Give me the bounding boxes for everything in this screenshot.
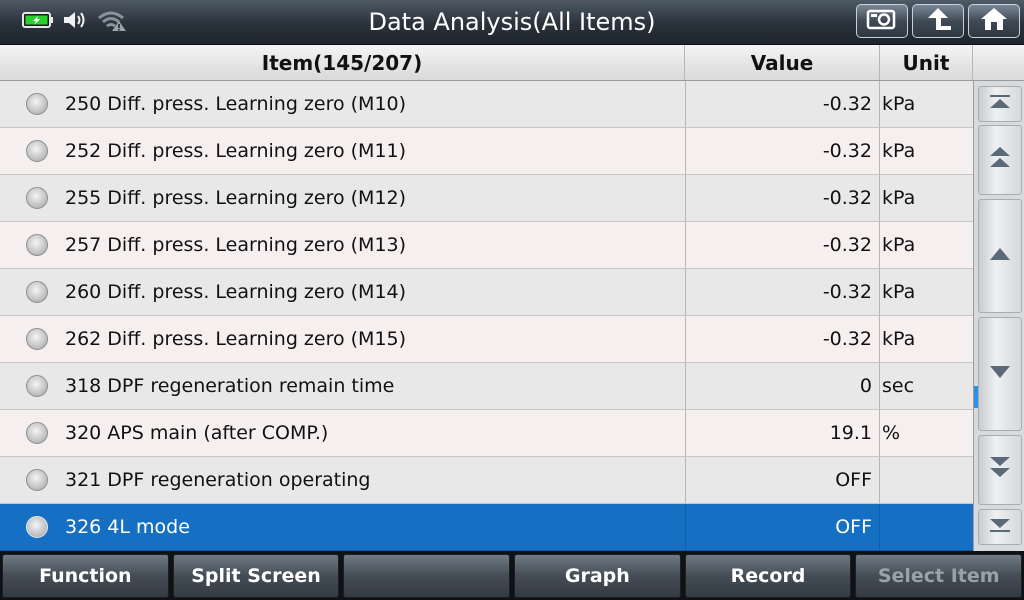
item-value: -0.32 — [685, 81, 880, 127]
table-header: Item(145/207) Value Unit — [0, 45, 1024, 81]
back-icon — [923, 6, 953, 36]
scroll-to-bottom-icon — [988, 517, 1012, 537]
column-header-value[interactable]: Value — [685, 45, 880, 80]
empty-button[interactable] — [343, 554, 511, 598]
table-row-selected[interactable]: 326 4L mode OFF — [0, 504, 973, 551]
radio-button[interactable] — [26, 140, 48, 162]
item-value: -0.32 — [685, 175, 880, 221]
item-name: 321 DPF regeneration operating — [65, 469, 371, 491]
item-unit: kPa — [882, 234, 916, 256]
title-bar: Data Analysis(All Items) — [0, 0, 1024, 45]
radio-button[interactable] — [26, 469, 48, 491]
item-name: 252 Diff. press. Learning zero (M11) — [65, 140, 407, 162]
item-value: OFF — [685, 504, 880, 550]
item-value: 19.1 — [685, 410, 880, 456]
column-header-item[interactable]: Item(145/207) — [0, 45, 685, 80]
select-item-button: Select Item — [855, 554, 1023, 598]
item-unit: kPa — [882, 187, 916, 209]
item-name: 255 Diff. press. Learning zero (M12) — [65, 187, 407, 209]
radio-button[interactable] — [26, 93, 48, 115]
record-button[interactable]: Record — [684, 554, 852, 598]
item-name: 257 Diff. press. Learning zero (M13) — [65, 234, 407, 256]
table-row[interactable]: 320 APS main (after COMP.) 19.1 % — [0, 410, 973, 457]
table-row[interactable]: 250 Diff. press. Learning zero (M10) -0.… — [0, 81, 973, 128]
scroll-to-bottom-button[interactable] — [978, 509, 1022, 545]
item-name: 250 Diff. press. Learning zero (M10) — [65, 93, 407, 115]
table-row[interactable]: 321 DPF regeneration operating OFF — [0, 457, 973, 504]
line-up-icon — [988, 246, 1012, 266]
graph-button[interactable]: Graph — [514, 554, 681, 598]
table-row[interactable]: 262 Diff. press. Learning zero (M15) -0.… — [0, 316, 973, 363]
function-button[interactable]: Function — [2, 554, 169, 598]
page-up-button[interactable] — [978, 125, 1022, 195]
scroll-to-top-button[interactable] — [978, 86, 1022, 122]
item-unit: sec — [882, 375, 915, 397]
radio-button[interactable] — [26, 375, 48, 397]
page-down-button[interactable] — [978, 435, 1022, 505]
item-name: 318 DPF regeneration remain time — [65, 375, 395, 397]
line-down-button[interactable] — [978, 317, 1022, 431]
table-row[interactable]: 252 Diff. press. Learning zero (M11) -0.… — [0, 128, 973, 175]
line-up-button[interactable] — [978, 199, 1022, 313]
item-value: -0.32 — [685, 269, 880, 315]
item-name: 260 Diff. press. Learning zero (M14) — [65, 281, 407, 303]
page-up-icon — [988, 145, 1012, 175]
table-row[interactable]: 255 Diff. press. Learning zero (M12) -0.… — [0, 175, 973, 222]
item-value: -0.32 — [685, 316, 880, 362]
function-bar: Function Split Screen Graph Record Selec… — [0, 551, 1024, 600]
item-value: -0.32 — [685, 222, 880, 268]
item-unit: kPa — [882, 93, 916, 115]
radio-button[interactable] — [26, 516, 48, 538]
item-name: 320 APS main (after COMP.) — [65, 422, 329, 444]
data-list: 250 Diff. press. Learning zero (M10) -0.… — [0, 81, 973, 551]
split-screen-button[interactable]: Split Screen — [172, 554, 340, 598]
item-unit: kPa — [882, 328, 916, 350]
radio-button[interactable] — [26, 422, 48, 444]
column-header-spacer — [973, 45, 1024, 80]
page-down-icon — [988, 455, 1012, 485]
item-unit — [881, 504, 882, 550]
radio-button[interactable] — [26, 187, 48, 209]
radio-button[interactable] — [26, 281, 48, 303]
item-unit — [881, 457, 882, 503]
line-down-icon — [988, 364, 1012, 384]
item-name: 262 Diff. press. Learning zero (M15) — [65, 328, 407, 350]
table-row[interactable]: 318 DPF regeneration remain time 0 sec — [0, 363, 973, 410]
item-value: 0 — [685, 363, 880, 409]
screenshot-button[interactable] — [856, 4, 908, 38]
item-unit: % — [882, 422, 901, 444]
scroll-to-top-icon — [988, 94, 1012, 114]
table-row[interactable]: 260 Diff. press. Learning zero (M14) -0.… — [0, 269, 973, 316]
item-unit: kPa — [882, 140, 916, 162]
table-row[interactable]: 257 Diff. press. Learning zero (M13) -0.… — [0, 222, 973, 269]
home-button[interactable] — [968, 4, 1020, 38]
scrollbar[interactable] — [973, 81, 1024, 551]
item-name: 326 4L mode — [65, 516, 190, 538]
item-unit: kPa — [882, 281, 916, 303]
column-header-unit[interactable]: Unit — [880, 45, 973, 80]
item-value: OFF — [685, 457, 880, 503]
radio-button[interactable] — [26, 328, 48, 350]
radio-button[interactable] — [26, 234, 48, 256]
item-value: -0.32 — [685, 128, 880, 174]
screenshot-icon — [865, 7, 899, 35]
home-icon — [979, 6, 1009, 36]
back-button[interactable] — [912, 4, 964, 38]
